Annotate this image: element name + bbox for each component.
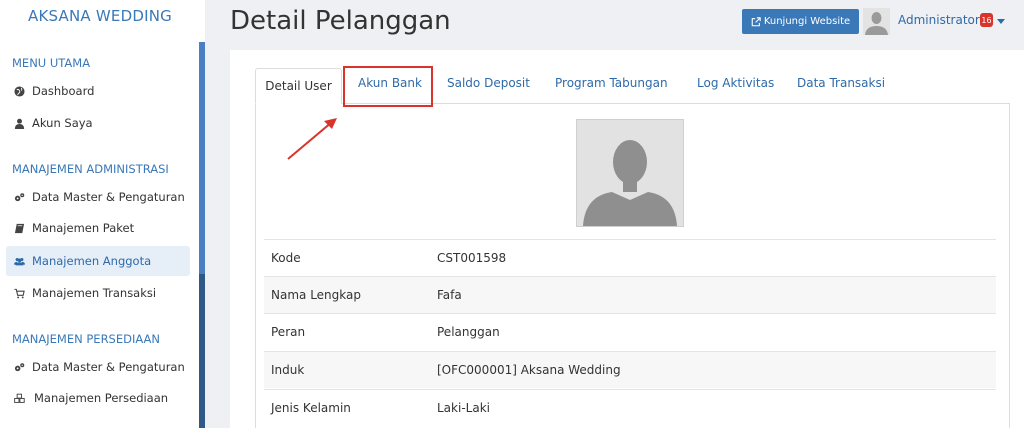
sidebar-item-akun-saya[interactable]: Akun Saya	[6, 108, 190, 138]
sidebar-item-manajemen-anggota[interactable]: Manajemen Anggota	[6, 246, 190, 276]
tab-log-aktivitas[interactable]: Log Aktivitas	[697, 76, 774, 90]
visit-website-label: Kunjungi Website	[763, 16, 851, 27]
sidebar-item-manajemen-paket[interactable]: Manajemen Paket	[6, 213, 190, 243]
sidebar-item-label: Data Master & Pengaturan	[32, 360, 185, 374]
user-icon	[12, 116, 26, 130]
book-icon	[12, 221, 26, 235]
globe-icon	[12, 84, 26, 98]
sidebar: AKSANA WEDDING MENU UTAMA Dashboard Akun…	[0, 0, 205, 428]
chevron-down-icon[interactable]	[997, 19, 1005, 24]
detail-key: Induk	[271, 363, 305, 377]
detail-row-peran: Peran Pelanggan	[264, 313, 996, 350]
external-link-icon	[751, 16, 761, 27]
sidebar-scrollbar[interactable]	[199, 42, 205, 428]
brand-title[interactable]: AKSANA WEDDING	[0, 7, 200, 25]
sidebar-item-manajemen-persediaan[interactable]: Manajemen Persediaan	[6, 383, 190, 413]
cubes-icon	[12, 391, 26, 405]
visit-website-button[interactable]: Kunjungi Website	[742, 9, 859, 34]
section-title-manajemen-persediaan: MANAJEMEN PERSEDIAAN	[12, 332, 161, 346]
sidebar-item-manajemen-transaksi[interactable]: Manajemen Transaksi	[6, 278, 190, 308]
section-title-manajemen-administrasi: MANAJEMEN ADMINISTRASI	[12, 162, 169, 176]
profile-picture	[576, 119, 684, 227]
detail-key: Kode	[271, 251, 301, 265]
detail-value: CST001598	[437, 251, 507, 265]
detail-value: Fafa	[437, 288, 462, 302]
detail-row-jenis-kelamin: Jenis Kelamin Laki-Laki	[264, 389, 996, 426]
sidebar-item-label: Akun Saya	[32, 116, 93, 130]
tab-detail-user[interactable]: Detail User	[255, 68, 342, 104]
sidebar-item-label: Manajemen Anggota	[32, 254, 152, 268]
tab-saldo-deposit[interactable]: Saldo Deposit	[447, 76, 530, 90]
detail-value: [OFC000001] Aksana Wedding	[437, 363, 621, 377]
user-menu-name[interactable]: Administrator	[898, 13, 980, 27]
tab-data-transaksi[interactable]: Data Transaksi	[797, 76, 885, 90]
detail-key: Jenis Kelamin	[271, 401, 351, 415]
sidebar-item-data-master-admin[interactable]: Data Master & Pengaturan	[6, 182, 190, 212]
detail-value: Laki-Laki	[437, 401, 490, 415]
detail-value: Pelanggan	[437, 325, 500, 339]
detail-row-nama-lengkap: Nama Lengkap Fafa	[264, 276, 996, 313]
sidebar-item-label: Dashboard	[32, 84, 95, 98]
sidebar-item-label: Manajemen Paket	[32, 221, 135, 235]
sidebar-item-label: Manajemen Persediaan	[34, 391, 169, 405]
cogs-icon	[12, 190, 26, 204]
page-title: Detail Pelanggan	[230, 6, 451, 36]
detail-key: Nama Lengkap	[271, 288, 361, 302]
cart-icon	[12, 286, 26, 300]
detail-row-induk: Induk [OFC000001] Aksana Wedding	[264, 351, 996, 388]
highlight-box	[343, 66, 433, 107]
detail-row-kode: Kode CST001598	[264, 239, 996, 276]
cogs-icon	[12, 360, 26, 374]
annotation-arrow-icon	[287, 118, 337, 160]
tab-program-tabungan[interactable]: Program Tabungan	[555, 76, 668, 90]
detail-key: Peran	[271, 325, 306, 339]
section-title-menu-utama: MENU UTAMA	[12, 56, 91, 70]
sidebar-item-data-master-persediaan[interactable]: Data Master & Pengaturan	[6, 352, 190, 382]
sidebar-item-label: Manajemen Transaksi	[32, 286, 157, 300]
notification-badge: 16	[980, 13, 993, 27]
avatar[interactable]	[863, 8, 890, 35]
sidebar-item-dashboard[interactable]: Dashboard	[6, 76, 190, 106]
users-icon	[12, 254, 26, 268]
sidebar-item-label: Data Master & Pengaturan	[32, 190, 185, 204]
